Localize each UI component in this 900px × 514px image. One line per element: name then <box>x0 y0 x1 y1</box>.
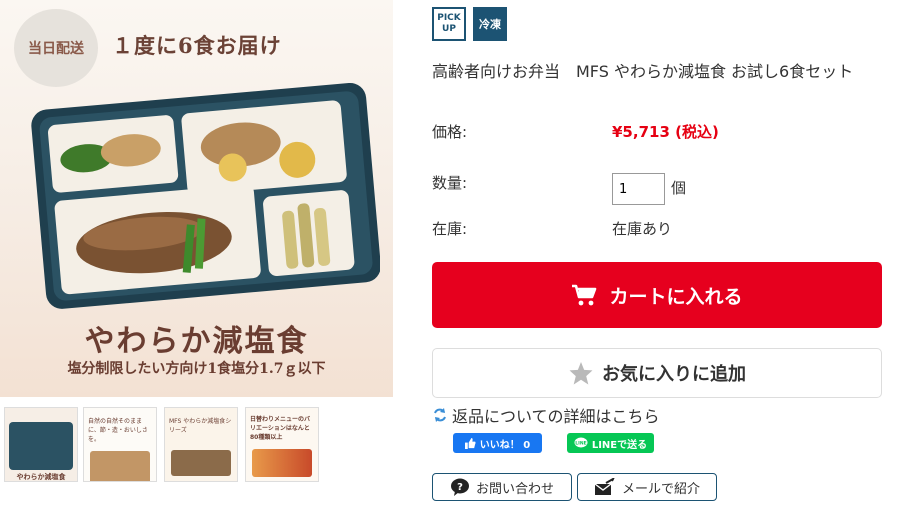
thumbnail-4[interactable]: 日替わりメニューのバリエーションはなんと 80種類以上 <box>245 407 319 482</box>
star-icon <box>569 362 593 385</box>
product-title: 高齢者向けお弁当 MFS やわらか減塩食 お試し6食セット <box>432 62 854 81</box>
image-headline: １度に6食お届け <box>112 33 282 58</box>
facebook-like-button[interactable]: いいね！ 0 <box>453 433 542 453</box>
image-product-subtitle: 塩分制限したい方向け1食塩分1.7ｇ以下 <box>67 361 326 377</box>
bento-tray-illustration <box>31 82 380 309</box>
returns-link-label: 返品についての詳細はこちら <box>452 407 660 426</box>
quantity-label: 数量: <box>432 174 468 192</box>
thumbnail-1[interactable]: やわらか減塩食 <box>4 407 78 482</box>
add-to-favorites-label: お気に入りに追加 <box>602 364 746 385</box>
thumbnail-1-caption: やわらか減塩食 <box>16 473 66 481</box>
thumbnail-2-caption: 自然の自然そのままに、節・造・おいしさを。 <box>88 418 148 443</box>
quantity-unit: 個 <box>671 179 687 197</box>
cart-icon <box>572 284 597 306</box>
main-product-image: 当日配送 １度に6食お届け やわらか減塩食 塩分制限したい方向け1食塩分1.7ｇ… <box>0 0 393 397</box>
pickup-tag-line1: PICK <box>437 13 461 23</box>
line-share-button[interactable]: LINE LINEで送る <box>567 433 654 453</box>
image-product-name: やわらか減塩食 <box>84 324 309 359</box>
speech-bubble-question-icon: ? <box>450 478 469 496</box>
quantity-input[interactable] <box>612 173 665 205</box>
pickup-tag-line2: UP <box>442 24 456 34</box>
inquiry-button[interactable]: ? お問い合わせ <box>432 473 572 501</box>
svg-text:LINE: LINE <box>575 441 586 447</box>
thumbs-up-icon <box>464 437 476 449</box>
returns-link[interactable]: 返品についての詳細はこちら <box>432 403 660 427</box>
stock-label: 在庫: <box>432 220 468 238</box>
svg-text:?: ? <box>457 482 463 493</box>
facebook-like-label: いいね！ 0 <box>479 439 531 451</box>
email-share-button[interactable]: メールで紹介 <box>577 473 717 501</box>
price-label: 価格: <box>432 123 468 141</box>
stock-value: 在庫あり <box>612 220 673 238</box>
email-share-label: メールで紹介 <box>621 481 700 497</box>
thumbnail-3[interactable]: MFS やわらか減塩食シリーズ <box>164 407 238 482</box>
line-share-label: LINEで送る <box>591 439 648 451</box>
thumbnail-3-caption: MFS やわらか減塩食シリーズ <box>169 418 232 434</box>
thumbnail-2[interactable]: 自然の自然そのままに、節・造・おいしさを。 <box>83 407 157 482</box>
add-to-cart-button[interactable]: カートに入れる <box>432 262 882 328</box>
add-to-favorites-button[interactable]: お気に入りに追加 <box>432 348 882 398</box>
refresh-icon <box>434 408 446 422</box>
add-to-cart-label: カートに入れる <box>609 285 743 308</box>
pickup-tag: PICK UP <box>432 7 466 41</box>
thumbnail-4-caption: 日替わりメニューのバリエーションはなんと 80種類以上 <box>250 416 311 441</box>
same-day-badge: 当日配送 <box>14 9 98 87</box>
line-icon: LINE <box>574 437 588 448</box>
frozen-tag: 冷凍 <box>473 7 507 41</box>
inquiry-label: お問い合わせ <box>475 481 554 497</box>
price-value: ¥5,713 (税込) <box>612 123 719 141</box>
envelope-icon <box>594 478 615 495</box>
